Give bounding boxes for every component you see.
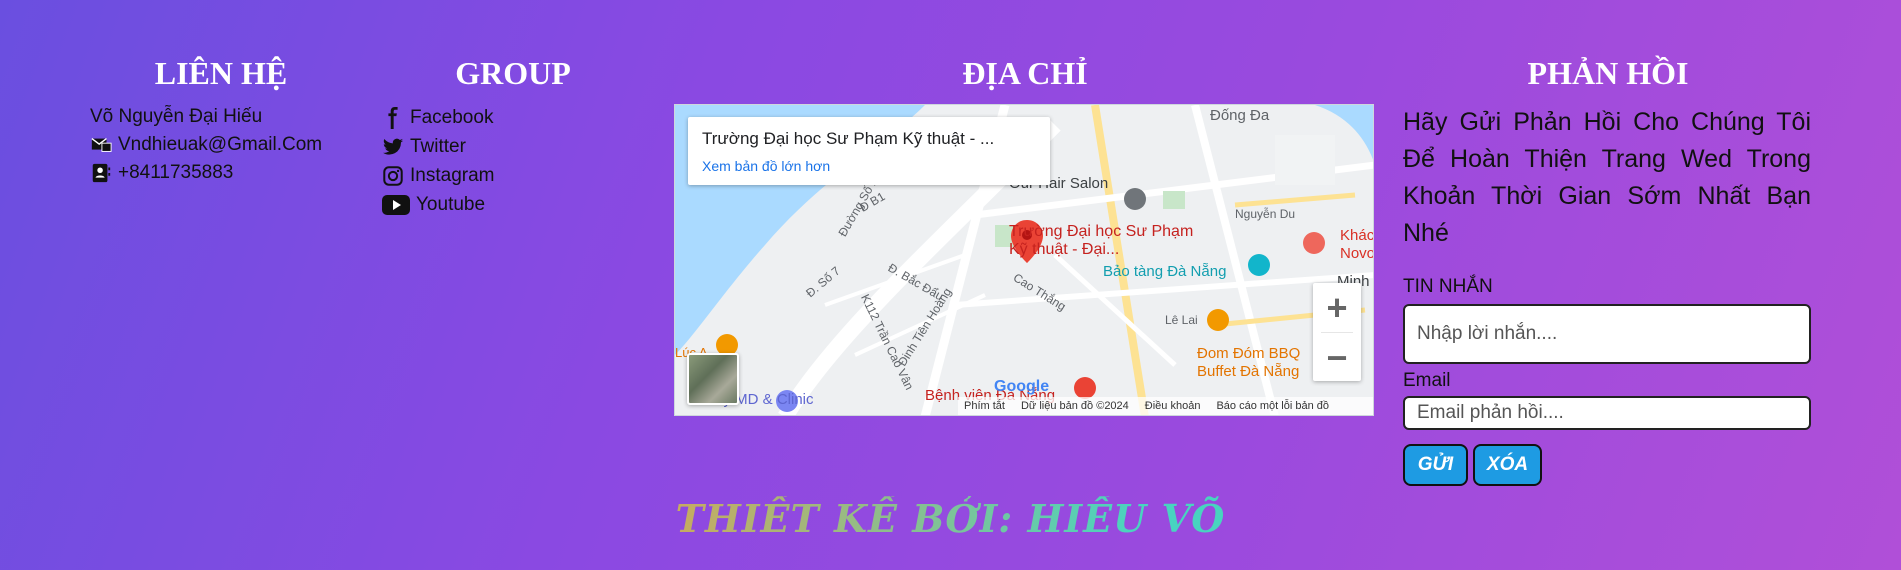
designer-credit: THIẾT KẾ BỞI: HIẾU VÕ [0, 496, 1901, 541]
group-title: GROUP [455, 55, 571, 91]
contact-email-item[interactable]: Vndhieuak@Gmail.Com [90, 131, 322, 159]
twitter-link[interactable]: Twitter [410, 136, 466, 158]
twitter-icon [382, 136, 404, 158]
google-logo: Google [994, 378, 1050, 395]
contact-title: LIÊN HỆ [154, 55, 288, 91]
map-place-name: Trường Đại học Sư Phạm Kỹ thuật - ... [702, 129, 995, 148]
contact-list: Võ Nguyễn Đại Hiếu Vndhieuak@Gmail.Com +… [90, 103, 322, 187]
view-larger-map-link[interactable]: Xem bản đồ lớn hơn [702, 158, 1036, 174]
group-list: Facebook Twitter Instagram Youtube [382, 103, 494, 219]
footer: LIÊN HỆ Võ Nguyễn Đại Hiếu Vndhieuak@Gma… [0, 0, 1901, 570]
message-input[interactable]: Nhập lời nhắn.... [1403, 304, 1811, 364]
send-button[interactable]: GỬI [1403, 444, 1468, 486]
map-data-text: Dữ liệu bản đồ ©2024 [1020, 400, 1129, 412]
feedback-intro: Hãy Gửi Phản Hồi Cho Chúng Tôi Để Hoàn T… [1403, 108, 1811, 247]
facebook-link[interactable]: Facebook [410, 107, 493, 129]
group-item-youtube[interactable]: Youtube [382, 190, 494, 219]
instagram-link[interactable]: Instagram [410, 165, 494, 187]
map-label-nguyen-du: Nguyễn Du [1235, 207, 1296, 221]
email-label: Email [1403, 370, 1451, 391]
instagram-icon [382, 165, 404, 187]
contact-name: Võ Nguyễn Đại Hiếu [90, 106, 263, 127]
satellite-toggle[interactable] [687, 353, 739, 405]
map-label-museum: Bảo tàng Đà Nẵng [1103, 263, 1227, 280]
mail-icon [90, 134, 112, 156]
map-zoom-control: + − [1313, 283, 1361, 381]
contact-card-icon [90, 162, 112, 184]
youtube-link[interactable]: Youtube [416, 194, 485, 216]
map-label-le-lai: Lê Lai [1165, 313, 1198, 327]
clear-button[interactable]: XÓA [1473, 444, 1542, 486]
map-attribution: Phím tắt Dữ liệu bản đồ ©2024 Điều khoản… [958, 397, 1373, 415]
terms-link[interactable]: Điều khoản [1145, 400, 1201, 412]
zoom-in-button[interactable]: + [1313, 283, 1361, 332]
group-item-instagram[interactable]: Instagram [382, 161, 494, 190]
zoom-out-button[interactable]: − [1313, 333, 1361, 382]
contact-name-item: Võ Nguyễn Đại Hiếu [90, 103, 322, 131]
map-label-hotel: Khác Novo [1340, 227, 1374, 262]
group-item-facebook[interactable]: Facebook [382, 103, 494, 132]
map-pin-label[interactable]: Trường Đại học Sư Phạm Kỹ thuật - Đại... [1009, 223, 1199, 259]
map-label-dong-da: Đống Đa [1210, 107, 1270, 124]
map-info-card: Trường Đại học Sư Phạm Kỹ thuật - ... Xe… [688, 117, 1050, 185]
facebook-icon [382, 106, 404, 129]
group-item-twitter[interactable]: Twitter [382, 132, 494, 161]
contact-phone[interactable]: +8411735883 [118, 162, 233, 184]
address-title: ĐỊA CHỈ [962, 55, 1088, 91]
map-embed[interactable]: Đống Đa Our Hair Salon Nguyễn Du Bảo tàn… [674, 104, 1374, 416]
report-error-link[interactable]: Báo cáo một lỗi bản đồ [1216, 400, 1329, 412]
keyboard-shortcuts-link[interactable]: Phím tắt [964, 400, 1005, 412]
youtube-icon [382, 194, 410, 216]
feedback-title: PHẢN HỒI [1527, 55, 1689, 91]
message-label: TIN NHẮN [1403, 276, 1493, 297]
map-label-bbq: Đom Đóm BBQ Buffet Đà Nẵng [1197, 345, 1301, 380]
contact-email[interactable]: Vndhieuak@Gmail.Com [118, 134, 322, 156]
email-input[interactable]: Email phản hồi.... [1403, 396, 1811, 430]
contact-phone-item[interactable]: +8411735883 [90, 159, 322, 187]
